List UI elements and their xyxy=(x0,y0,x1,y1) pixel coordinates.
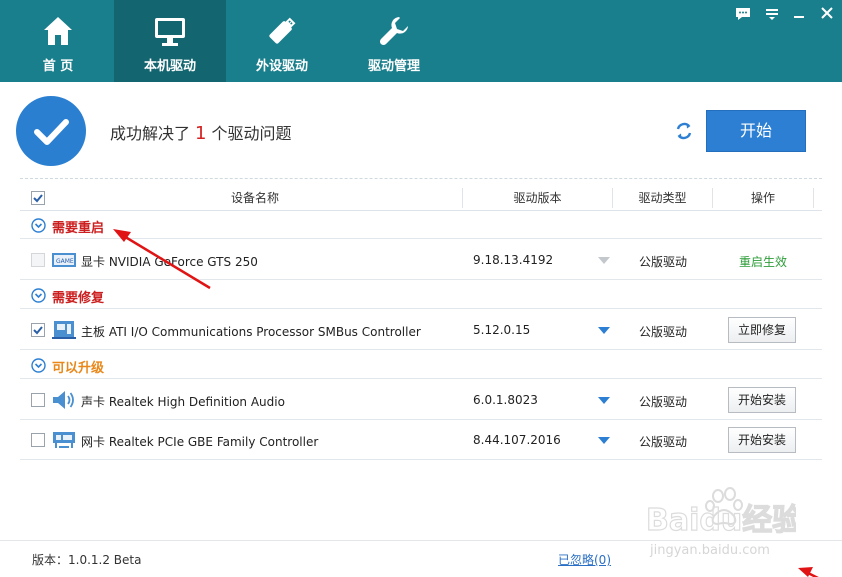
nav-tab-peripheral-drivers[interactable]: 外设驱动 xyxy=(226,0,338,82)
table-row: 主板 ATI I/O Communications Processor SMBu… xyxy=(20,310,822,350)
nav-tab-label: 外设驱动 xyxy=(255,59,308,74)
watermark-url: jingyan.baidu.com xyxy=(649,543,770,558)
group-label: 需要修复 xyxy=(52,291,105,306)
chat-icon xyxy=(736,8,750,20)
feedback-button[interactable] xyxy=(734,6,752,22)
row-checkbox[interactable] xyxy=(31,323,45,337)
driver-type: 公版驱动 xyxy=(639,395,688,409)
success-indicator xyxy=(16,96,86,166)
install-button[interactable]: 开始安装 xyxy=(728,427,796,453)
group-label: 可以升级 xyxy=(52,361,105,376)
header-separator xyxy=(813,188,814,208)
header-device-name: 设备名称 xyxy=(230,191,279,205)
header-action: 操作 xyxy=(750,191,775,205)
minimize-button[interactable] xyxy=(790,6,808,22)
annotation-arrow xyxy=(798,567,819,577)
close-icon xyxy=(821,7,833,19)
status-message: 成功解决了 1 个驱动问题 xyxy=(110,120,291,144)
nav-tab-home[interactable]: 首 页 xyxy=(2,0,114,82)
table-header: 设备名称 驱动版本 驱动类型 操作 xyxy=(20,186,822,211)
nav-tab-local-drivers[interactable]: 本机驱动 xyxy=(114,0,226,82)
row-checkbox[interactable] xyxy=(31,433,45,447)
table-row: 声卡 Realtek High Definition Audio 6.0.1.8… xyxy=(20,380,822,420)
table-row: GAME 显卡 NVIDIA GeForce GTS 250 9.18.13.4… xyxy=(20,240,822,280)
menu-icon xyxy=(766,9,778,20)
motherboard-icon xyxy=(52,321,76,339)
nav-tab-label: 首 页 xyxy=(42,59,74,74)
close-button[interactable] xyxy=(818,6,836,22)
driver-version: 6.0.1.8023 xyxy=(473,393,538,407)
nav-tab-driver-management[interactable]: 驱动管理 xyxy=(338,0,450,82)
collapse-icon xyxy=(31,288,46,303)
group-needs-repair[interactable]: 需要修复 xyxy=(20,281,822,309)
group-can-upgrade[interactable]: 可以升级 xyxy=(20,351,822,379)
checkmark-icon xyxy=(34,119,69,145)
top-nav-bar: 首 页 本机驱动 外设驱动 驱动管理 xyxy=(0,0,842,82)
version-dropdown-icon[interactable] xyxy=(598,437,610,445)
install-button[interactable]: 开始安装 xyxy=(728,387,796,413)
check-icon xyxy=(33,326,43,335)
driver-version: 8.44.107.2016 xyxy=(473,433,561,447)
header-driver-type: 驱动类型 xyxy=(638,191,687,205)
svg-text:GAME: GAME xyxy=(56,258,74,265)
speaker-icon xyxy=(53,391,74,409)
divider xyxy=(20,178,822,179)
usb-drive-icon xyxy=(269,17,296,44)
version-dropdown-icon[interactable] xyxy=(598,397,610,405)
select-all-checkbox[interactable] xyxy=(31,191,45,205)
watermark-brand: Baidu经验 xyxy=(646,503,796,538)
version-dropdown-icon[interactable] xyxy=(598,327,610,335)
start-button[interactable]: 开始 xyxy=(706,110,806,152)
home-icon xyxy=(44,17,72,45)
minimize-icon xyxy=(794,16,804,18)
menu-button[interactable] xyxy=(763,6,781,22)
graphics-card-icon: GAME xyxy=(52,253,76,267)
wrench-icon xyxy=(379,17,408,46)
refresh-icon[interactable] xyxy=(674,121,694,141)
row-checkbox[interactable] xyxy=(31,393,45,407)
restart-status-text: 重启生效 xyxy=(739,255,788,269)
driver-version: 9.18.13.4192 xyxy=(473,253,554,267)
baidu-watermark-logo: Baidu经验 jingyan.baidu.com xyxy=(646,487,796,558)
driver-version: 5.12.0.15 xyxy=(473,323,531,337)
repair-now-button[interactable]: 立即修复 xyxy=(728,317,796,343)
device-name: 主板 ATI I/O Communications Processor SMBu… xyxy=(81,325,421,339)
device-name: 显卡 NVIDIA GeForce GTS 250 xyxy=(81,255,258,269)
driver-type: 公版驱动 xyxy=(639,255,688,269)
fixed-count: 1 xyxy=(195,123,207,144)
device-name: 声卡 Realtek High Definition Audio xyxy=(81,395,285,409)
nav-tab-label: 本机驱动 xyxy=(143,59,196,74)
status-suffix: 个驱动问题 xyxy=(211,124,292,143)
group-needs-restart[interactable]: 需要重启 xyxy=(20,211,822,239)
app-version: 版本：1.0.1.2 Beta xyxy=(32,553,142,567)
header-driver-version: 驱动版本 xyxy=(513,191,562,205)
collapse-icon xyxy=(31,218,46,233)
collapse-icon xyxy=(31,358,46,373)
check-icon xyxy=(33,194,43,203)
nav-tab-label: 驱动管理 xyxy=(367,59,420,74)
network-card-icon xyxy=(53,432,75,448)
status-prefix: 成功解决了 xyxy=(110,124,191,143)
row-checkbox[interactable] xyxy=(31,253,45,267)
ignored-link[interactable]: 已忽略(0) xyxy=(558,551,611,568)
device-name: 网卡 Realtek PCIe GBE Family Controller xyxy=(81,435,319,449)
table-row: 网卡 Realtek PCIe GBE Family Controller 8.… xyxy=(20,420,822,460)
driver-type: 公版驱动 xyxy=(639,435,688,449)
monitor-icon xyxy=(155,18,185,46)
driver-type: 公版驱动 xyxy=(639,325,688,339)
group-label: 需要重启 xyxy=(52,221,105,236)
version-dropdown-icon xyxy=(598,257,610,264)
